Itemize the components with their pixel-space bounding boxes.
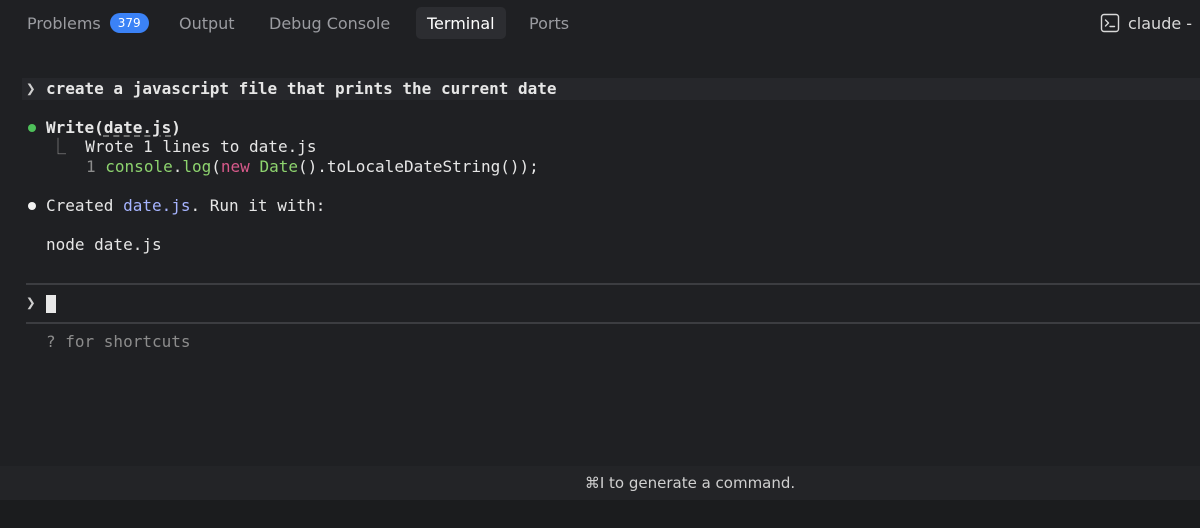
assistant-response: Created date.js. Run it with: bbox=[46, 196, 325, 216]
code-method: log bbox=[182, 157, 212, 176]
panel-tab-bar: Problems 379 Output Debug Console Termin… bbox=[0, 0, 1200, 48]
tool-result-line: ⎿ Wrote 1 lines to date.js bbox=[50, 137, 316, 157]
code-object: console bbox=[105, 157, 173, 176]
text-cursor bbox=[46, 295, 56, 313]
user-prompt-chevron: ❯ bbox=[26, 79, 36, 98]
success-dot-icon bbox=[28, 124, 36, 132]
input-top-divider bbox=[26, 283, 1200, 285]
tab-output-label: Output bbox=[179, 13, 235, 33]
tab-ports[interactable]: Ports bbox=[518, 7, 580, 39]
terminal-instance-label: claude - bbox=[1128, 13, 1193, 33]
tool-result-text: Wrote 1 lines to date.js bbox=[85, 137, 317, 156]
response-prefix: Created bbox=[46, 196, 124, 215]
tab-debug-console[interactable]: Debug Console bbox=[258, 7, 401, 39]
tab-problems[interactable]: Problems 379 bbox=[16, 7, 160, 39]
generate-command-hint-bar[interactable]: ⌘I to generate a command. bbox=[0, 466, 1200, 500]
tab-terminal[interactable]: Terminal bbox=[416, 7, 506, 39]
code-preview-line: 1 console.log(new Date().toLocaleDateStr… bbox=[86, 157, 539, 177]
code-keyword: new bbox=[220, 157, 250, 176]
code-dot: . bbox=[172, 157, 183, 176]
terminal-instance-selector[interactable]: claude - bbox=[1100, 7, 1192, 39]
code-line-number: 1 bbox=[86, 157, 96, 176]
input-bottom-divider bbox=[26, 322, 1200, 324]
terminal-output[interactable]: ❯ create a javascript file that prints t… bbox=[0, 48, 1200, 466]
tab-output[interactable]: Output bbox=[168, 7, 246, 39]
run-command: node date.js bbox=[46, 235, 162, 254]
user-message: create a javascript file that prints the… bbox=[46, 79, 557, 98]
code-class: Date bbox=[259, 157, 298, 176]
tool-call-name: Write bbox=[46, 118, 95, 137]
code-open-paren: ( bbox=[211, 157, 221, 176]
response-file-link[interactable]: date.js bbox=[123, 196, 190, 215]
tree-connector-icon: ⎿ bbox=[50, 137, 67, 156]
terminal-icon bbox=[1100, 13, 1120, 33]
response-dot-icon bbox=[28, 202, 36, 210]
code-rest: ().toLocaleDateString()); bbox=[297, 157, 539, 176]
tab-ports-label: Ports bbox=[529, 13, 570, 33]
generate-command-hint: ⌘I to generate a command. bbox=[584, 474, 796, 492]
input-prompt-chevron: ❯ bbox=[26, 293, 36, 312]
tool-call-line: Write(date.js) bbox=[46, 118, 181, 137]
shortcuts-hint: ? for shortcuts bbox=[46, 332, 191, 351]
tool-call-arg: date.js bbox=[103, 118, 172, 137]
tab-debug-console-label: Debug Console bbox=[269, 13, 391, 33]
tab-terminal-label: Terminal bbox=[427, 13, 495, 33]
response-suffix: . Run it with: bbox=[190, 196, 326, 215]
tab-problems-label: Problems bbox=[27, 13, 101, 33]
problems-count-badge: 379 bbox=[109, 13, 149, 33]
panel-footer bbox=[0, 500, 1200, 528]
